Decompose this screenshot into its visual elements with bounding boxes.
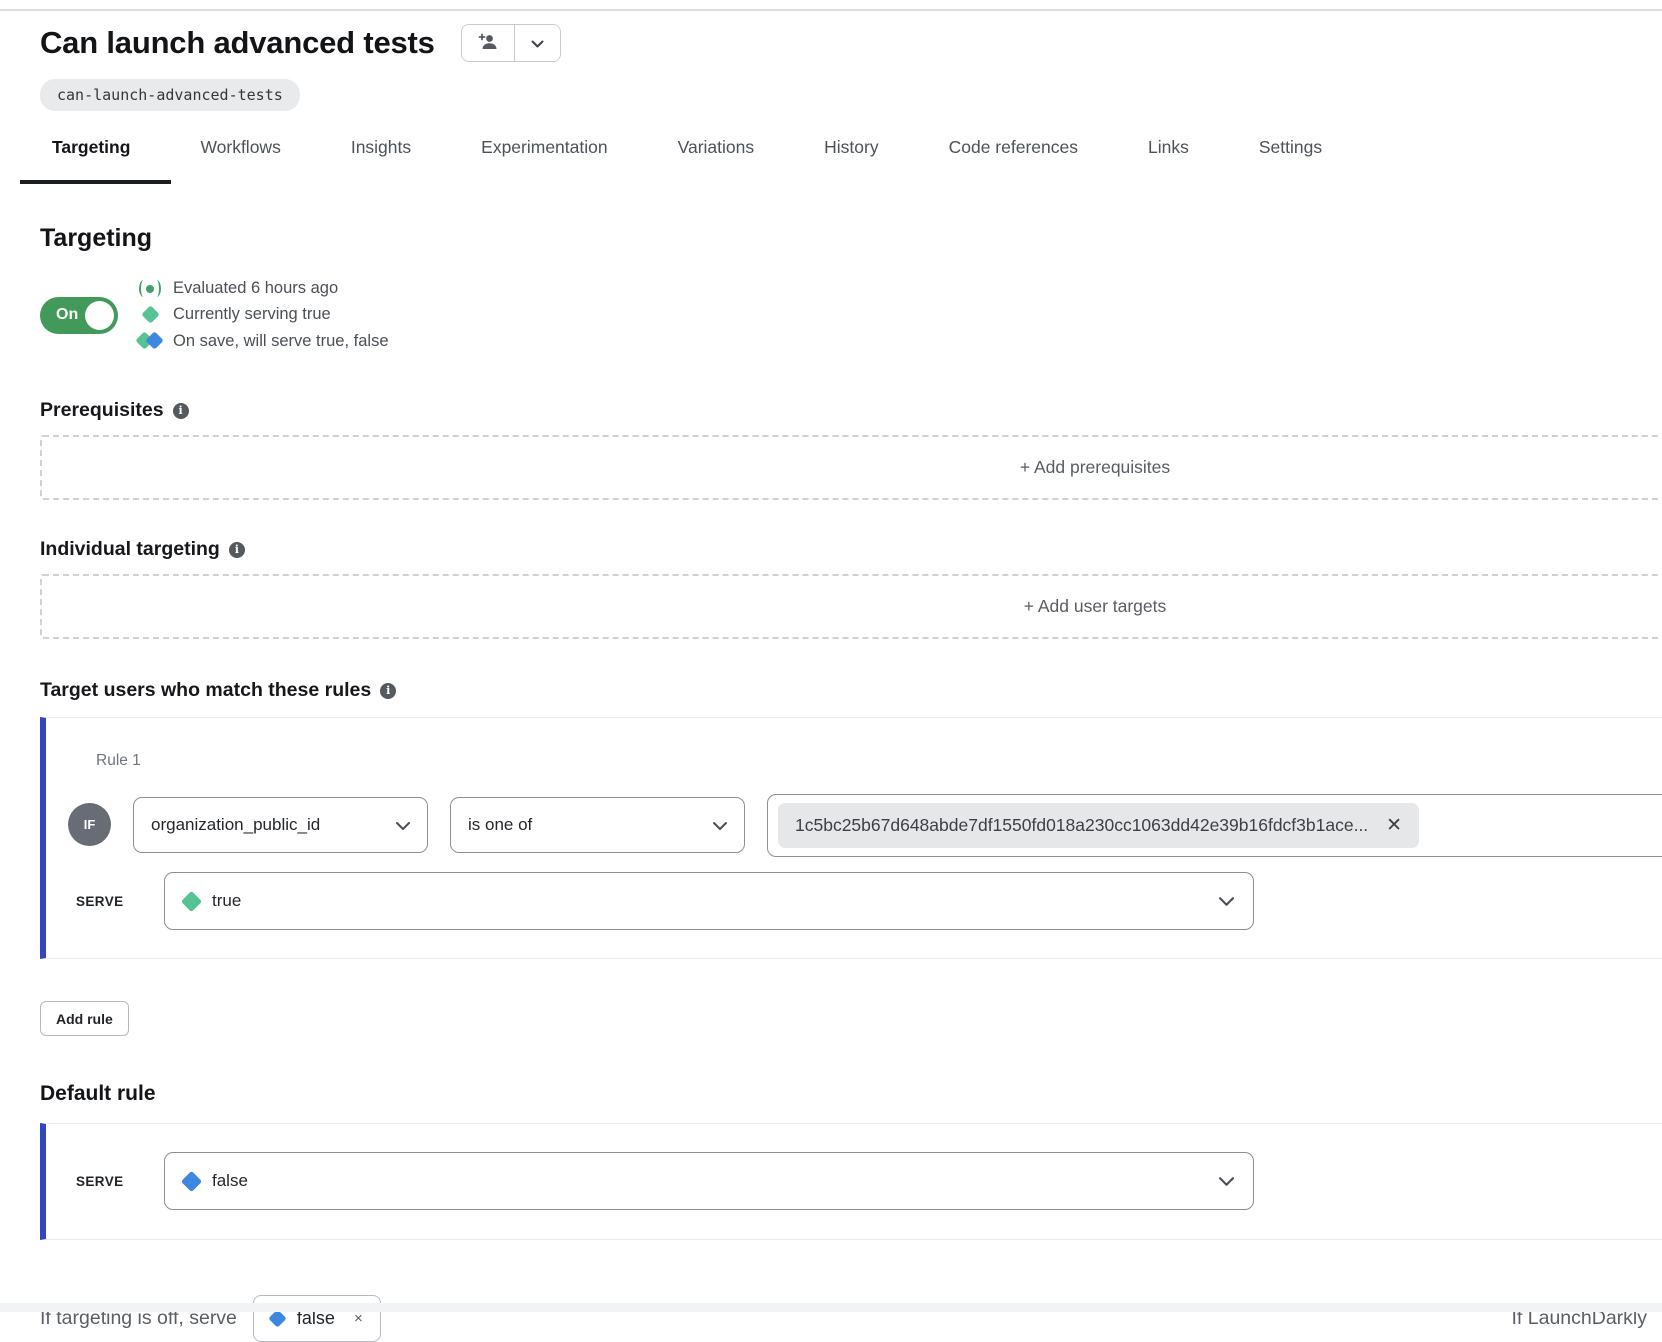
add-user-targets-dropzone[interactable]: + Add user targets [40,574,1662,639]
variation-true-false-icon [136,331,164,351]
operator-select-value: is one of [468,815,713,835]
evaluated-status-text: Evaluated 6 hours ago [173,279,338,298]
operator-select[interactable]: is one of [450,797,745,853]
individual-targeting-info-icon[interactable]: i [229,542,245,558]
flag-header: Can launch advanced tests [0,0,1662,111]
variation-false-icon [181,1170,202,1191]
remove-off-variation-icon[interactable]: × [354,1310,363,1327]
rule-card: Rule 1 IF organization_public_id is one … [40,717,1662,959]
variation-true-icon [181,890,202,911]
page-title: Can launch advanced tests [40,25,435,61]
tab-history[interactable]: History [824,137,878,184]
rule-value-text: 1c5bc25b67d648abde7df1550fd018a230cc1063… [795,815,1368,836]
prerequisites-info-icon[interactable]: i [173,403,189,419]
tab-insights[interactable]: Insights [351,137,411,184]
flag-status-row: On Evaluated 6 hours ago Currently servi… [40,279,1662,351]
remove-value-icon[interactable]: ✕ [1386,816,1402,835]
flag-actions-dropdown-button[interactable] [514,25,560,61]
status-lines: Evaluated 6 hours ago Currently serving … [136,279,389,351]
default-rule-title: Default rule [40,1082,1662,1106]
tab-workflows[interactable]: Workflows [200,137,280,184]
add-user-targets-label[interactable]: + Add user targets [1024,596,1167,617]
tab-settings[interactable]: Settings [1259,137,1322,184]
chevron-down-icon [1219,891,1234,911]
chevron-down-icon [396,815,410,835]
default-serve-value: false [212,1171,248,1191]
chevron-down-icon [713,815,727,835]
chevron-down-icon [1219,1171,1234,1191]
person-add-icon [477,33,499,54]
currently-serving-line: Currently serving true [136,305,389,324]
on-save-text: On save, will serve true, false [173,332,389,351]
rule-serve-value: true [212,891,241,911]
tab-links[interactable]: Links [1148,137,1189,184]
rule-name: Rule 1 [96,752,1662,770]
rule-serve-row: SERVE true [68,872,1662,930]
prerequisites-title: Prerequisites [40,399,164,422]
individual-targeting-header: Individual targeting i [40,538,1662,561]
tab-variations[interactable]: Variations [678,137,755,184]
prerequisites-header: Prerequisites i [40,399,1662,422]
add-prerequisites-label[interactable]: + Add prerequisites [1020,457,1170,478]
default-serve-select[interactable]: false [164,1152,1254,1210]
serve-label: SERVE [68,1174,164,1189]
flag-actions-group [461,24,561,62]
tab-experimentation[interactable]: Experimentation [481,137,607,184]
chevron-down-icon [531,36,544,51]
rule-condition-row: IF organization_public_id is one of 1c5b… [68,794,1662,857]
default-rule-card: SERVE false [40,1123,1662,1240]
rules-info-icon[interactable]: i [380,683,396,699]
targeting-section-title: Targeting [40,224,1662,253]
toggle-state-label: On [56,306,78,324]
tab-targeting[interactable]: Targeting [52,137,130,184]
variation-false-icon [268,1309,286,1327]
if-badge: IF [68,803,111,846]
add-member-button[interactable] [462,25,514,61]
rule-serve-select[interactable]: true [164,872,1254,930]
evaluated-status-line: Evaluated 6 hours ago [136,279,389,298]
attribute-select-value: organization_public_id [151,815,396,835]
top-divider [0,9,1662,11]
rule-values-input[interactable]: 1c5bc25b67d648abde7df1550fd018a230cc1063… [767,794,1662,857]
live-evaluation-icon [136,280,164,297]
individual-targeting-title: Individual targeting [40,538,220,561]
default-serve-row: SERVE false [68,1152,1662,1210]
rule-value-chip: 1c5bc25b67d648abde7df1550fd018a230cc1063… [778,803,1419,848]
toggle-knob [85,301,114,330]
add-prerequisites-dropzone[interactable]: + Add prerequisites [40,435,1662,500]
attribute-select[interactable]: organization_public_id [133,797,428,853]
rules-header: Target users who match these rules i [40,679,1662,702]
serve-label: SERVE [68,894,164,909]
tab-bar: Targeting Workflows Insights Experimenta… [0,137,1662,184]
bottom-strip [0,1303,1662,1312]
variation-true-icon [136,308,164,321]
rules-title: Target users who match these rules [40,679,371,702]
on-save-line: On save, will serve true, false [136,331,389,351]
tab-code-references[interactable]: Code references [949,137,1078,184]
flag-key-badge[interactable]: can-launch-advanced-tests [40,79,300,111]
add-rule-button[interactable]: Add rule [40,1001,129,1036]
currently-serving-text: Currently serving true [173,305,331,324]
flag-on-toggle[interactable]: On [40,297,118,334]
